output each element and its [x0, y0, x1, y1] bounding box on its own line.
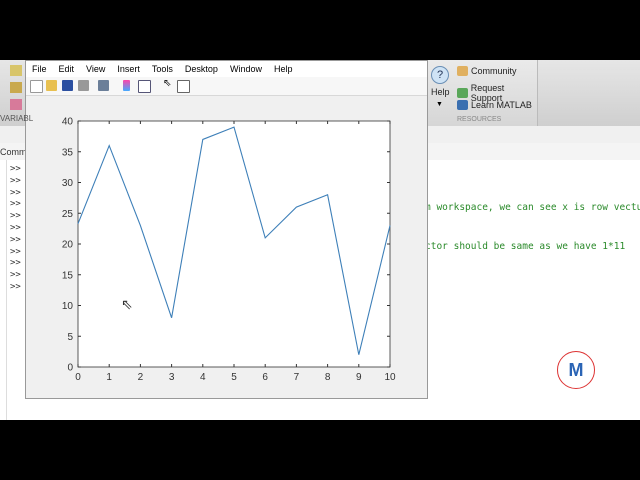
- menu-desktop[interactable]: Desktop: [179, 61, 224, 77]
- mouse-cursor-icon: ⇖: [121, 296, 133, 312]
- menu-insert[interactable]: Insert: [111, 61, 146, 77]
- y-tick-label: 30: [62, 178, 74, 189]
- menu-tools[interactable]: Tools: [146, 61, 179, 77]
- x-tick-label: 5: [231, 372, 237, 383]
- help-icon[interactable]: ?: [431, 66, 449, 84]
- y-tick-label: 20: [62, 240, 74, 251]
- learn-matlab-label: Learn MATLAB: [471, 100, 532, 110]
- resources-section-label: RESOURCES: [457, 116, 502, 123]
- request-support-icon: [457, 88, 468, 98]
- open-file-icon[interactable]: [46, 80, 57, 91]
- command-prompt: >>: [10, 199, 21, 210]
- help-button[interactable]: Help: [431, 87, 450, 97]
- community-icon: [457, 66, 468, 76]
- property-editor-icon[interactable]: [177, 80, 190, 93]
- command-prompt: >>: [10, 258, 21, 269]
- community-label: Community: [471, 66, 517, 76]
- divider: [6, 160, 7, 420]
- save-icon[interactable]: [62, 80, 73, 91]
- x-tick-label: 7: [294, 372, 300, 383]
- resources-section: ? Help ▼ Community Request Support Learn…: [427, 60, 538, 126]
- print-icon[interactable]: [78, 80, 89, 91]
- x-tick-label: 6: [262, 372, 268, 383]
- x-tick-label: 1: [106, 372, 112, 383]
- y-tick-label: 40: [62, 117, 74, 128]
- figure-toolbar: ⇖: [26, 77, 427, 96]
- x-tick-label: 2: [138, 372, 144, 383]
- y-tick-label: 5: [67, 332, 73, 343]
- menu-view[interactable]: View: [80, 61, 111, 77]
- command-prompt: >>: [10, 234, 21, 245]
- chevron-down-icon[interactable]: ▼: [436, 101, 443, 108]
- menu-help[interactable]: Help: [268, 61, 299, 77]
- y-tick-label: 15: [62, 270, 74, 281]
- menu-window[interactable]: Window: [224, 61, 268, 77]
- new-variable-icon[interactable]: [10, 82, 22, 93]
- plot-area: 0 1 2 3 4 5 6 7 8 9 10 0 5 10 15 20 25 30 35 40: [62, 117, 396, 384]
- command-prompt: >>: [10, 223, 21, 233]
- command-prompt: >>: [10, 282, 21, 292]
- variable-section-label: VARIABL: [0, 114, 34, 123]
- new-figure-icon[interactable]: [30, 80, 43, 93]
- channel-logo: M: [557, 351, 595, 389]
- command-prompt: >>: [10, 164, 21, 174]
- figure-menubar: File Edit View Insert Tools Desktop Window Help: [26, 61, 427, 77]
- x-tick-label: 8: [325, 372, 331, 383]
- clear-workspace-icon[interactable]: [10, 99, 22, 110]
- x-tick-label: 3: [169, 372, 175, 383]
- y-tick-label: 0: [67, 363, 73, 374]
- command-prompt: >>: [10, 175, 21, 186]
- x-tick-label: 4: [200, 372, 206, 383]
- menu-file[interactable]: File: [26, 61, 53, 77]
- comment-line: m workspace, we can see x is row vectu: [425, 202, 640, 213]
- x-tick-label: 9: [356, 372, 362, 383]
- y-tick-label: 35: [62, 147, 74, 158]
- command-prompt: >>: [10, 187, 21, 198]
- y-tick-label: 25: [62, 209, 74, 220]
- axes-box: [77, 120, 391, 368]
- y-tick-label: 10: [62, 301, 74, 312]
- learn-matlab-icon: [457, 100, 468, 110]
- link-plot-icon[interactable]: [98, 80, 109, 91]
- x-tick-label: 0: [75, 372, 81, 383]
- community-link[interactable]: Community: [457, 66, 517, 76]
- x-tick-label: 10: [384, 372, 396, 383]
- comment-line: ctor should be same as we have 1*11: [425, 241, 626, 252]
- menu-edit[interactable]: Edit: [53, 61, 81, 77]
- figure-window: File Edit View Insert Tools Desktop Window Help…: [25, 60, 428, 399]
- colorbar-icon[interactable]: [123, 80, 130, 91]
- legend-icon[interactable]: [138, 80, 151, 93]
- import-data-icon[interactable]: [10, 65, 22, 76]
- command-prompt: >>: [10, 246, 21, 257]
- learn-matlab-link[interactable]: Learn MATLAB: [457, 100, 532, 110]
- pointer-icon[interactable]: ⇖: [163, 78, 174, 89]
- command-prompt: >>: [10, 270, 21, 281]
- command-prompt: >>: [10, 211, 21, 222]
